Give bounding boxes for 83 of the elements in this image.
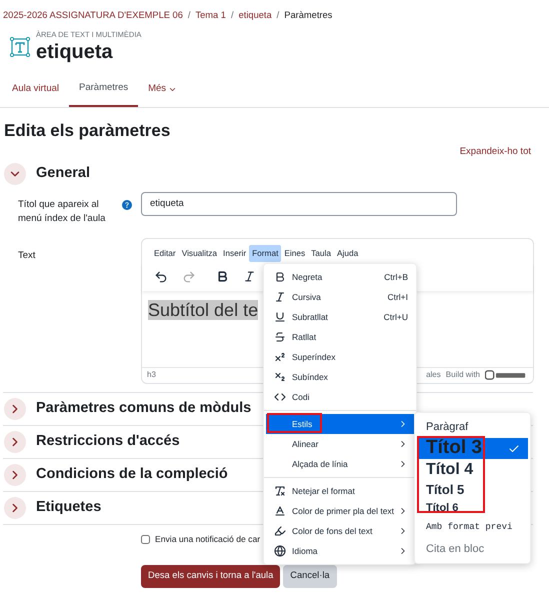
editor-menu-item[interactable]: Visualitza bbox=[178, 244, 220, 262]
save-button[interactable]: Desa els canvis i torna a l'aula bbox=[141, 564, 280, 588]
expand-button[interactable] bbox=[4, 496, 26, 519]
menu-item[interactable]: Netejar el format bbox=[266, 481, 414, 501]
nav-tab[interactable]: Paràmetres bbox=[69, 72, 138, 107]
section-title: Paràmetres comuns de mòduls bbox=[36, 398, 252, 418]
breadcrumb-link[interactable]: Tema 1 bbox=[195, 9, 226, 23]
expand-button[interactable] bbox=[4, 430, 26, 453]
menu-item[interactable]: Negreta Ctrl+B bbox=[266, 267, 414, 287]
menu-item[interactable]: Color de fons del text bbox=[266, 521, 414, 541]
expand-button[interactable] bbox=[4, 464, 26, 486]
nav-tab[interactable]: Més bbox=[138, 72, 188, 107]
form-heading: Edita els paràmetres bbox=[4, 120, 170, 142]
help-icon[interactable] bbox=[122, 200, 132, 210]
branding-text: Build with bbox=[446, 369, 480, 382]
breadcrumb-link[interactable]: etiqueta bbox=[238, 9, 272, 23]
annotation-frame bbox=[267, 413, 322, 433]
tiny-logo-icon bbox=[485, 370, 527, 380]
editor-menu-item[interactable]: Eines bbox=[281, 244, 308, 262]
highlighter-icon bbox=[274, 525, 286, 537]
globe-icon bbox=[274, 545, 286, 557]
checkbox-label: Envia una notificació de car bbox=[155, 532, 260, 546]
style-option[interactable]: Amb format previ bbox=[417, 518, 528, 538]
menu-item[interactable]: Cursiva Ctrl+I bbox=[266, 287, 414, 307]
field-label: Text bbox=[18, 250, 36, 261]
shortcut-text: Ctrl+I bbox=[387, 290, 408, 304]
bold-icon bbox=[274, 271, 286, 283]
page-heading: etiqueta bbox=[36, 40, 114, 64]
strikethrough-icon bbox=[274, 331, 286, 343]
shortcut-text: Ctrl+B bbox=[384, 270, 408, 284]
nav-tab[interactable]: Aula virtual bbox=[2, 72, 69, 107]
section-title: General bbox=[36, 164, 90, 183]
menu-item[interactable]: Estils bbox=[266, 414, 414, 434]
menu-item[interactable]: Color de primer pla del text bbox=[266, 501, 414, 521]
underline-icon bbox=[274, 311, 286, 323]
breadcrumb-separator: / bbox=[188, 9, 190, 22]
editor-menu-item[interactable]: Format bbox=[249, 244, 282, 262]
notify-checkbox[interactable] bbox=[141, 534, 150, 544]
undo-icon[interactable] bbox=[154, 270, 168, 284]
cancel-button[interactable]: Cancel·la bbox=[283, 564, 337, 588]
code-icon bbox=[274, 391, 286, 403]
shortcut-text: Ctrl+U bbox=[384, 310, 408, 324]
italic-icon bbox=[274, 291, 286, 303]
superscript-icon bbox=[274, 351, 286, 363]
check-icon bbox=[508, 442, 520, 454]
style-option[interactable]: Títol 5 bbox=[417, 480, 528, 499]
clear-format-icon bbox=[274, 485, 286, 497]
menu-item[interactable]: Codi bbox=[266, 387, 414, 407]
editor-menu-item[interactable]: Ajuda bbox=[334, 244, 362, 262]
text-module-icon bbox=[10, 36, 30, 57]
menu-item[interactable]: Subratllat Ctrl+U bbox=[266, 307, 414, 327]
style-option[interactable]: Cita en bloc bbox=[417, 538, 528, 560]
breadcrumb-current: Paràmetres bbox=[284, 9, 332, 22]
breadcrumb-separator: / bbox=[276, 9, 280, 22]
breadcrumb-link[interactable]: 2025-2026 ASSIGNATURA D'EXEMPLE 06 bbox=[3, 9, 183, 23]
menu-item[interactable]: Superíndex bbox=[266, 347, 414, 367]
section-title: Condicions de la compleció bbox=[36, 464, 228, 484]
expand-button[interactable] bbox=[4, 398, 26, 420]
editor-menu-item[interactable]: Inserir bbox=[220, 244, 250, 262]
editor-content: Subtítol del te bbox=[148, 300, 258, 320]
element-path: h3 bbox=[147, 369, 156, 382]
collapse-button[interactable] bbox=[4, 162, 26, 185]
style-option[interactable]: Paràgraf bbox=[417, 416, 528, 438]
word-count: ales bbox=[426, 369, 441, 382]
editor-menu-item[interactable]: Editar bbox=[151, 244, 179, 262]
italic-icon[interactable] bbox=[243, 270, 256, 284]
breadcrumb-separator: / bbox=[230, 9, 234, 22]
editor-menu-item[interactable]: Taula bbox=[308, 244, 334, 262]
style-option[interactable]: Títol 6 bbox=[417, 499, 528, 518]
menu-item[interactable]: Ratllat bbox=[266, 327, 414, 347]
bold-icon[interactable] bbox=[216, 270, 229, 284]
text-color-icon bbox=[274, 505, 286, 517]
menu-item[interactable]: Subíndex bbox=[266, 367, 414, 387]
name-input[interactable]: etiqueta bbox=[141, 192, 457, 216]
section-title: Restriccions d'accés bbox=[36, 432, 180, 451]
field-label: Títol que apareix al menú índex de l'aula bbox=[18, 198, 106, 226]
menu-item[interactable]: Alinear bbox=[266, 434, 414, 454]
section-title: Etiquetes bbox=[36, 498, 102, 517]
subscript-icon bbox=[274, 371, 286, 383]
menu-item[interactable]: Alçada de línia bbox=[266, 454, 414, 474]
menu-item[interactable]: Idioma bbox=[266, 541, 414, 561]
style-option[interactable]: Títol 4 bbox=[417, 459, 528, 480]
expand-all-link[interactable]: Expandeix-ho tot bbox=[460, 145, 531, 160]
